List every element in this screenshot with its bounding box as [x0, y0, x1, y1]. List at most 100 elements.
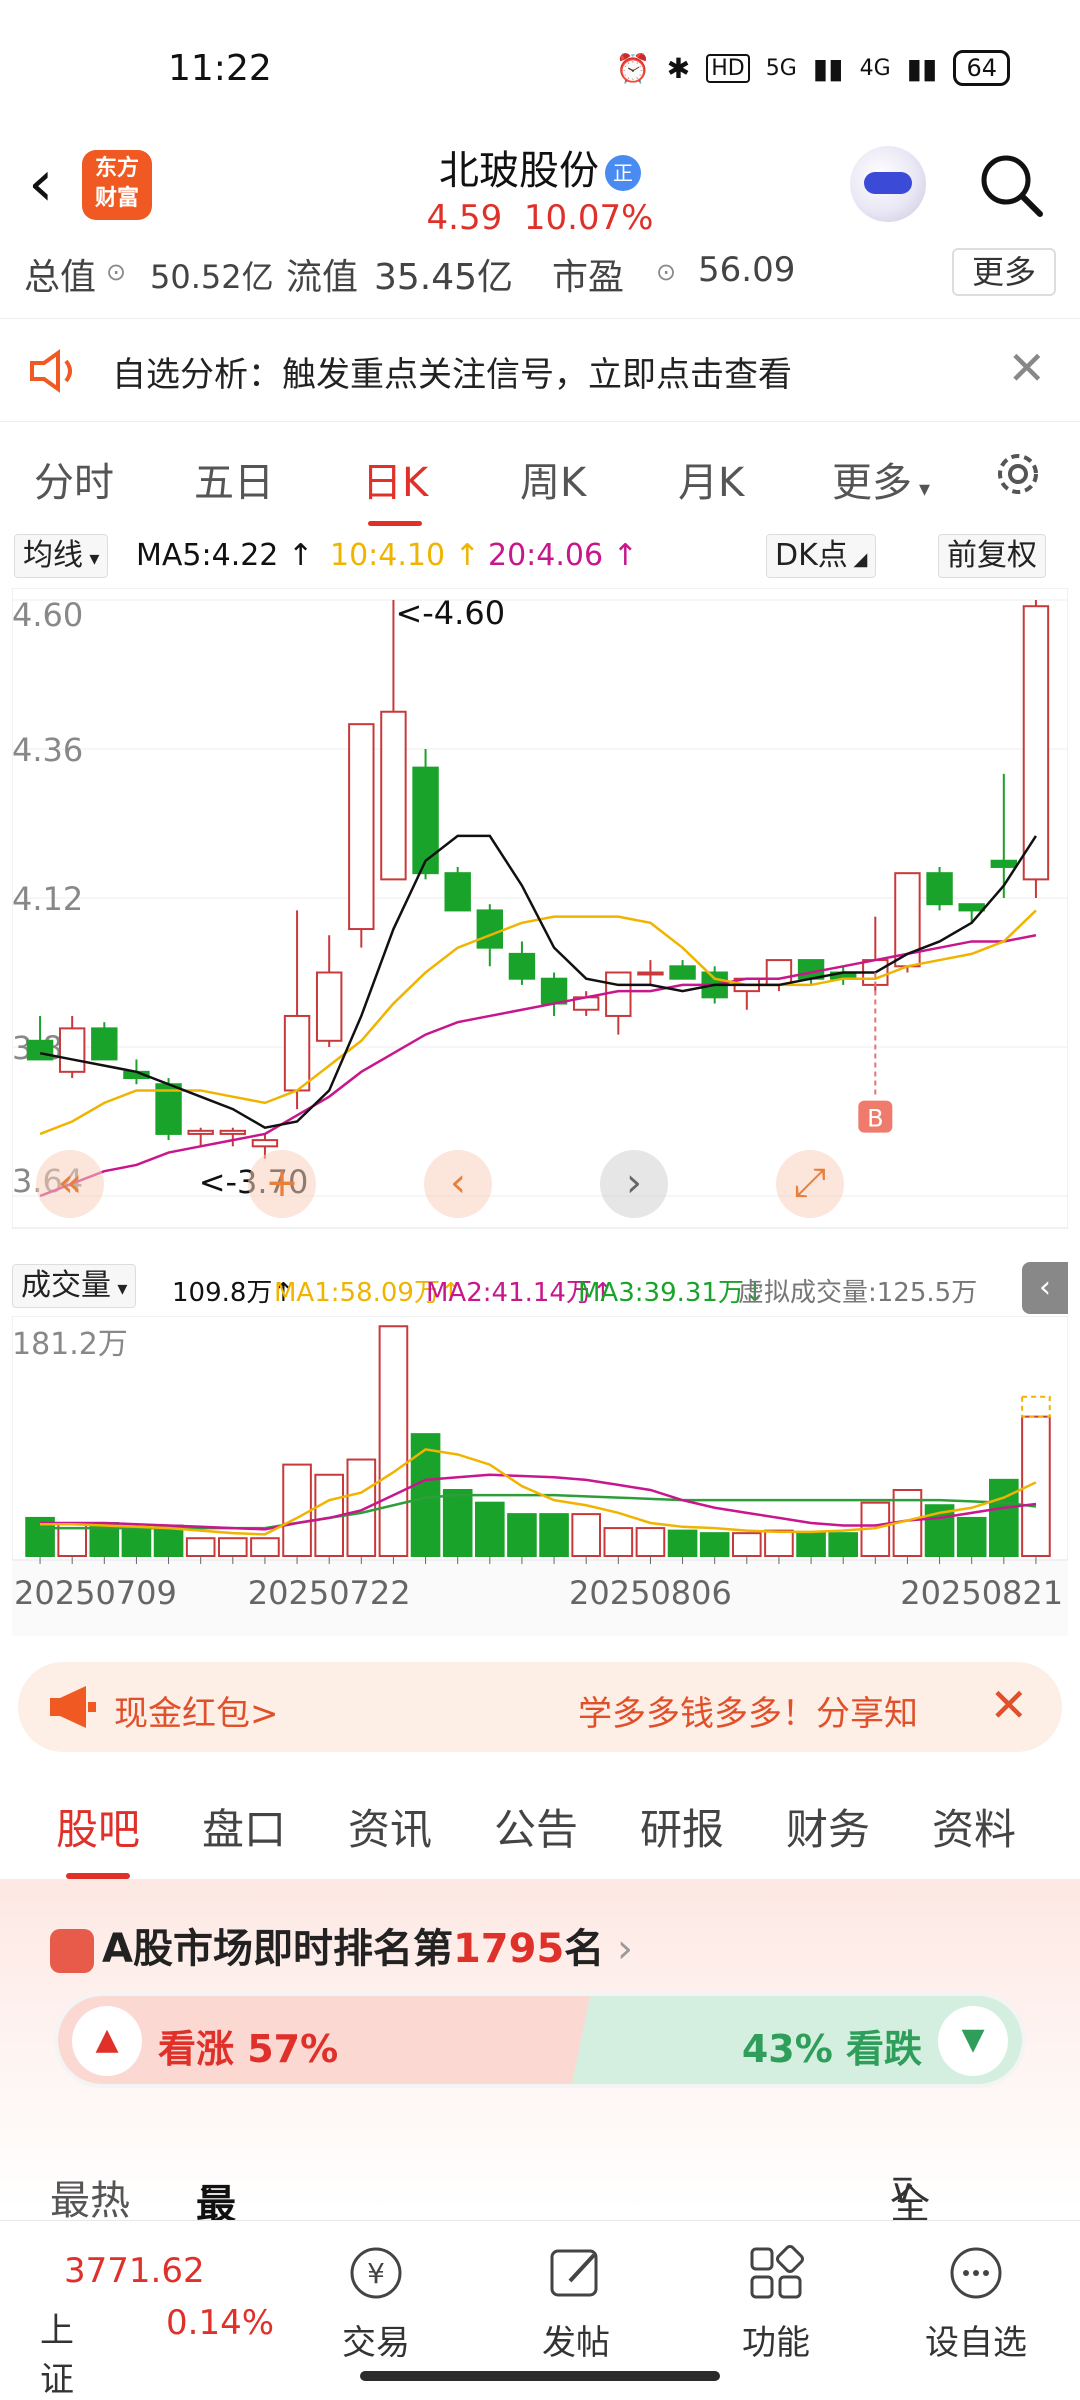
- bluetooth-icon: ✱: [666, 51, 691, 85]
- trade-label: 交易: [342, 2323, 410, 2363]
- volume-bar: [988, 1478, 1019, 1558]
- stock-header: ‹ 东方 财富 北玻股份正 4.59 10.07%: [0, 130, 1080, 250]
- volume-bar: [378, 1325, 409, 1558]
- volume-bar: [796, 1532, 826, 1557]
- adjust-mode-button[interactable]: 前复权: [938, 534, 1046, 578]
- y-tick-label: 4.60: [12, 596, 83, 634]
- tab-announcements[interactable]: 公告: [494, 1796, 578, 1857]
- x-tick-label: 20250806: [569, 1574, 732, 1612]
- signal-bars-icon: ▮▮: [906, 51, 938, 85]
- functions-button[interactable]: 功能: [706, 2233, 846, 2364]
- candlestick-chart[interactable]: 4.604.364.123.883.64<-4.60<-3.70B«+‹›⤢: [12, 588, 1068, 1252]
- trade-button[interactable]: ¥ 交易: [306, 2233, 446, 2364]
- home-indicator[interactable]: [360, 2371, 720, 2381]
- promo-left-text: 现金红包>: [114, 1694, 279, 1734]
- candle-body: [26, 1039, 54, 1061]
- tab-finance[interactable]: 财务: [786, 1796, 870, 1857]
- fullscreen-icon[interactable]: ⤢: [776, 1150, 844, 1218]
- dropdown-icon: ▾: [912, 477, 931, 502]
- info-icon: ⊙: [656, 258, 677, 286]
- volume-indicator-row: 成交量 ▾ 109.8万↑ MA1:58.09万↑ MA2:41.14万↑ MA…: [12, 1262, 1068, 1314]
- stock-price: 4.59: [426, 198, 503, 238]
- stock-name: 北玻股份: [439, 148, 599, 194]
- volume-bar: [635, 1527, 666, 1558]
- more-button[interactable]: 更多: [951, 248, 1056, 296]
- candle-body: [283, 1014, 311, 1092]
- tab-news[interactable]: 资讯: [348, 1796, 432, 1857]
- signal-5g-icon: 5G: [765, 55, 797, 81]
- volume-bar: [474, 1501, 505, 1557]
- collapse-panel-icon[interactable]: ‹: [1022, 1262, 1068, 1314]
- prev-icon[interactable]: ‹: [424, 1150, 492, 1218]
- tab-more[interactable]: 更多 ▾: [832, 450, 930, 508]
- rank-title[interactable]: A股市场即时排名第1795名 ›: [50, 1916, 633, 1974]
- search-icon[interactable]: [976, 150, 1046, 220]
- svg-text:‹: ‹: [450, 1160, 466, 1206]
- candle-body: [444, 872, 471, 912]
- volume-bar: [956, 1516, 987, 1558]
- pe-value: 56.09: [698, 250, 796, 290]
- arrow-down-icon[interactable]: ▼: [938, 2006, 1008, 2076]
- assistant-robot-icon[interactable]: [850, 146, 926, 222]
- volume-max-label: 181.2万: [12, 1327, 128, 1362]
- tab-research[interactable]: 研报: [640, 1796, 724, 1857]
- volume-bar: [828, 1532, 859, 1557]
- x-tick-label: 20250709: [14, 1574, 177, 1612]
- volume-bar: [764, 1529, 794, 1558]
- stock-change-pct: 10.07%: [523, 198, 654, 238]
- signal-4g-icon: 4G: [859, 55, 891, 81]
- chart-period-tabs: 分时 五日 日K 周K 月K 更多 ▾: [0, 432, 1080, 528]
- tab-monthly-k[interactable]: 月K: [678, 450, 744, 508]
- close-icon[interactable]: ✕: [1007, 341, 1046, 395]
- hd-icon: HD: [706, 53, 750, 83]
- arrow-up-icon[interactable]: ▲: [72, 2006, 142, 2076]
- candle-body: [669, 965, 696, 980]
- ranking-chart-icon: [50, 1929, 94, 1973]
- notice-bar[interactable]: 自选分析：触发重点关注信号，立即点击查看 ✕: [0, 318, 1080, 422]
- notice-text: 自选分析：触发重点关注信号，立即点击查看: [112, 355, 792, 395]
- add-watchlist-label: 设自选: [925, 2323, 1027, 2363]
- tab-guba[interactable]: 股吧: [56, 1796, 140, 1879]
- ma5-value: MA5:4.22 ↑: [136, 538, 314, 573]
- next-icon[interactable]: ›: [600, 1150, 668, 1218]
- post-button[interactable]: 发帖: [506, 2233, 646, 2364]
- candle-body: [540, 977, 568, 1005]
- tab-pankou[interactable]: 盘口: [202, 1796, 286, 1857]
- svg-text:⤢: ⤢: [794, 1160, 826, 1206]
- sort-hot[interactable]: 最热: [50, 2168, 130, 2226]
- promo-banner[interactable]: 现金红包> 学多多钱多多！分享知 ✕: [18, 1662, 1062, 1752]
- trade-yen-icon: ¥: [350, 2247, 402, 2299]
- candle-body: [315, 971, 343, 1042]
- float-value-label: 流值: [286, 257, 359, 298]
- rewind-icon[interactable]: «: [36, 1150, 104, 1218]
- add-watchlist-button[interactable]: 设自选: [906, 2233, 1046, 2364]
- candle-body: [219, 1129, 247, 1135]
- alarm-icon: ⏰: [615, 51, 651, 85]
- volume-bar: [667, 1529, 698, 1558]
- zoom-in-icon[interactable]: +: [248, 1150, 316, 1218]
- y-tick-label: 4.12: [12, 880, 83, 918]
- total-value: 50.52亿: [150, 258, 274, 296]
- tab-weekly-k[interactable]: 周K: [520, 450, 586, 508]
- sentiment-vote-bar: ▲ 看涨 57% 43% 看跌 ▼: [54, 1992, 1026, 2088]
- tab-daily-k[interactable]: 日K: [362, 450, 428, 526]
- status-bar: 11:22 ⏰ ✱ HD 5G ▮▮ 4G ▮▮ 64: [0, 0, 1080, 140]
- verified-badge-icon: 正: [605, 155, 641, 191]
- float-value: 35.45亿: [374, 257, 514, 298]
- candle-body: [765, 959, 793, 986]
- virtual-volume: 虚拟成交量:125.5万: [738, 1278, 978, 1308]
- tab-intraday[interactable]: 分时: [34, 450, 114, 508]
- tab-five-day[interactable]: 五日: [194, 450, 274, 508]
- candle-body: [1022, 605, 1050, 881]
- close-icon[interactable]: ✕: [989, 1678, 1028, 1732]
- post-sort-row: 最热 最新 ⌄ ⊽ 全部: [0, 2164, 1080, 2286]
- tab-profile[interactable]: 资料: [932, 1796, 1016, 1857]
- ma-indicator-row: 均线 ▾ MA5:4.22 ↑ 10:4.10 ↑ 20:4.06 ↑ DK点 …: [14, 532, 1066, 580]
- y-tick-label: 4.36: [12, 731, 83, 769]
- ma-selector[interactable]: 均线 ▾: [14, 534, 109, 578]
- dk-point-button[interactable]: DK点 ◢: [766, 534, 877, 578]
- volume-selector[interactable]: 成交量 ▾: [12, 1264, 137, 1308]
- megaphone-icon: [50, 1686, 96, 1728]
- volume-bar: [539, 1513, 569, 1557]
- settings-gear-icon[interactable]: [990, 446, 1046, 502]
